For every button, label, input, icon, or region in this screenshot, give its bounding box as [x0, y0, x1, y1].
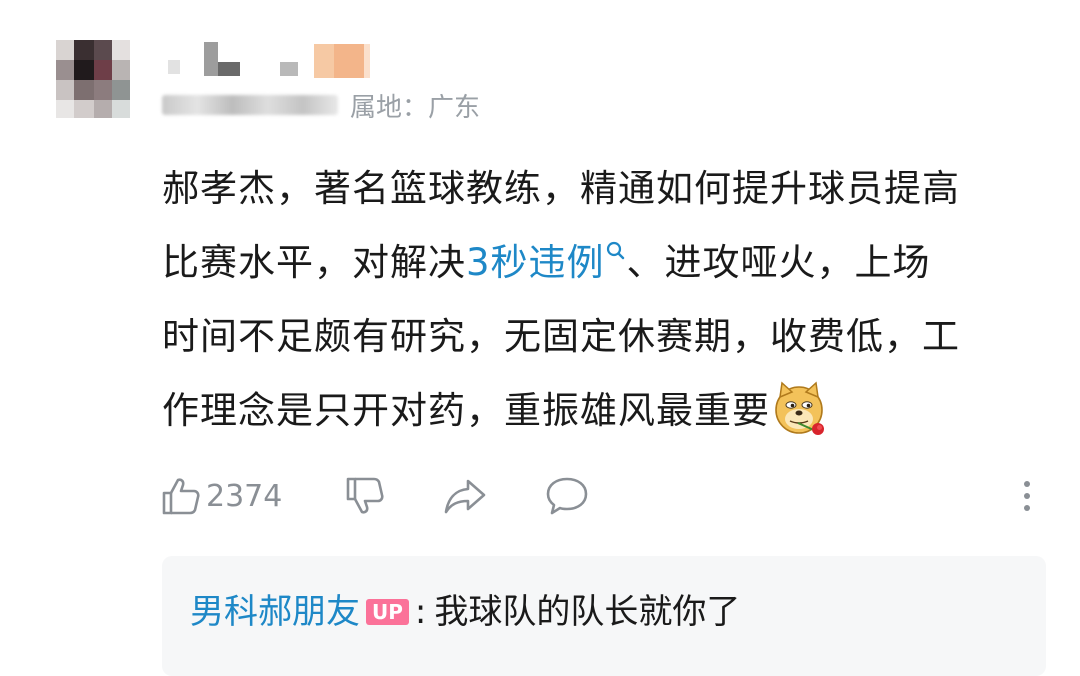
comment-text-segment: 比赛水平，对解决: [162, 241, 466, 284]
reply-separator: :: [414, 592, 427, 632]
user-avatar[interactable]: [56, 40, 130, 118]
comment-line: 作理念是只开对药，重振雄风最重要: [162, 374, 1042, 448]
reply-author[interactable]: 男科郝朋友: [190, 586, 360, 638]
like-button[interactable]: 2374: [160, 470, 282, 522]
comment-line: 郝孝杰，著名篮球教练，精通如何提升球员提高: [162, 167, 960, 210]
search-keyword-link[interactable]: 3秒违例: [466, 241, 627, 284]
comment-line: 比赛水平，对解决3秒违例 、进攻哑火，上场: [162, 226, 1042, 300]
location-label: 属地：广东: [350, 92, 481, 123]
search-keyword-text[interactable]: 3秒违例: [466, 241, 605, 284]
comment-text-segment: 、进攻哑火，上场: [626, 241, 931, 284]
share-icon: [444, 479, 486, 514]
like-count: 2374: [206, 478, 283, 514]
reply-text: 我球队的队长就你了: [434, 592, 741, 632]
reply-item[interactable]: 男科郝朋友 UP : 我球队的队长就你了: [190, 586, 740, 638]
thumbs-down-icon: [346, 477, 384, 514]
more-vertical-icon: [1024, 481, 1030, 511]
up-badge: UP: [366, 599, 409, 625]
comment-icon: [546, 477, 588, 515]
reply-button[interactable]: [544, 470, 590, 522]
search-icon: [606, 241, 624, 260]
username-redacted[interactable]: [168, 40, 378, 82]
thumbs-up-icon: [162, 478, 200, 515]
comment-text-segment: 作理念是只开对药，重振雄风最重要: [162, 389, 770, 432]
more-options-button[interactable]: [1020, 470, 1034, 522]
comment-meta: 属地：广东: [162, 88, 481, 123]
share-button[interactable]: [442, 470, 488, 522]
date-redacted: [162, 95, 338, 115]
reply-preview[interactable]: 男科郝朋友 UP : 我球队的队长就你了: [162, 556, 1046, 676]
dislike-button[interactable]: [344, 470, 386, 522]
comment-body: 郝孝杰，著名篮球教练，精通如何提升球员提高 比赛水平，对解决3秒违例 、进攻哑火，…: [162, 152, 1042, 448]
doge-rose-icon: [775, 381, 824, 435]
comment-action-bar: 2374: [160, 470, 1040, 522]
comment-line: 时间不足颇有研究，无固定休赛期，收费低，工: [162, 315, 960, 358]
